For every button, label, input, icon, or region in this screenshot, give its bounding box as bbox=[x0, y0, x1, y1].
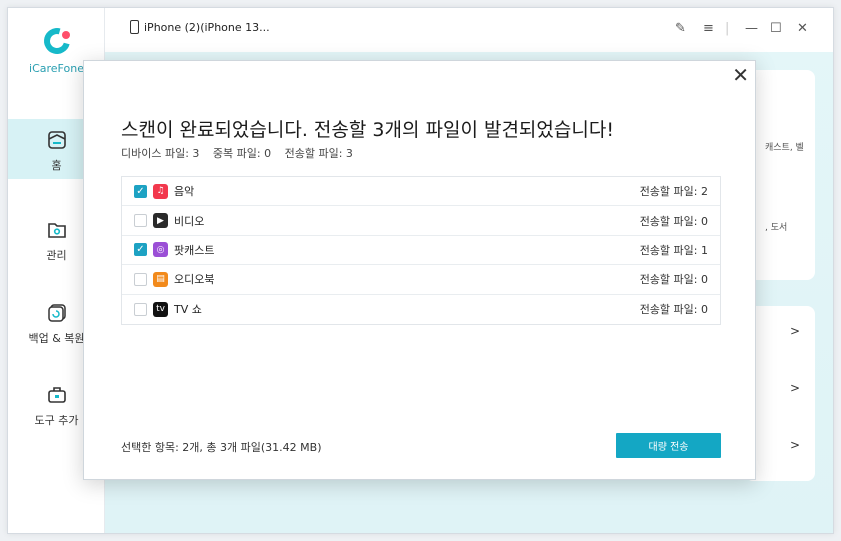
list-item-music[interactable]: ✓ ♫ 음악 전송할 파일: 2 bbox=[122, 177, 720, 207]
item-count: 전송할 파일: 2 bbox=[639, 185, 708, 199]
transfer-files-stat: 전송할 파일: 3 bbox=[284, 147, 353, 160]
item-count: 전송할 파일: 0 bbox=[639, 303, 708, 317]
modal-overlay: ✕ 스캔이 완료되었습니다. 전송할 3개의 파일이 발견되었습니다! 디바이스… bbox=[0, 0, 841, 541]
file-type-list: ✓ ♫ 음악 전송할 파일: 2 ▶ 비디오 전송할 파일: 0 ✓ ◎ 팟캐스… bbox=[121, 176, 721, 325]
device-files-stat: 디바이스 파일: 3 bbox=[121, 147, 200, 160]
checkbox[interactable] bbox=[134, 272, 147, 286]
appletv-icon: tv bbox=[153, 301, 168, 317]
list-item-video[interactable]: ▶ 비디오 전송할 파일: 0 bbox=[122, 206, 720, 236]
item-label: 비디오 bbox=[174, 214, 205, 228]
checkbox[interactable]: ✓ bbox=[134, 184, 147, 198]
duplicate-files-stat: 중복 파일: 0 bbox=[212, 147, 272, 160]
clapper-icon: ▶ bbox=[153, 213, 168, 229]
transfer-dialog: ✕ 스캔이 완료되었습니다. 전송할 3개의 파일이 발견되었습니다! 디바이스… bbox=[83, 60, 756, 480]
close-icon[interactable]: ✕ bbox=[732, 63, 749, 87]
podcast-icon: ◎ bbox=[153, 242, 168, 258]
item-label: TV 쇼 bbox=[174, 303, 202, 317]
bulk-transfer-button[interactable]: 대량 전송 bbox=[616, 433, 721, 458]
scan-stats: 디바이스 파일: 3 중복 파일: 0 전송할 파일: 3 bbox=[121, 145, 363, 161]
checkbox[interactable] bbox=[134, 214, 147, 228]
item-count: 전송할 파일: 0 bbox=[639, 273, 708, 287]
checkbox[interactable]: ✓ bbox=[134, 243, 147, 257]
music-icon: ♫ bbox=[153, 183, 168, 199]
checkbox[interactable] bbox=[134, 302, 147, 316]
item-label: 팟캐스트 bbox=[174, 243, 215, 257]
item-count: 전송할 파일: 0 bbox=[639, 214, 708, 228]
list-item-podcast[interactable]: ✓ ◎ 팟캐스트 전송할 파일: 1 bbox=[122, 236, 720, 266]
item-label: 음악 bbox=[174, 185, 195, 199]
item-count: 전송할 파일: 1 bbox=[639, 243, 708, 257]
audiobook-icon: ▤ bbox=[153, 271, 168, 287]
list-item-tvshow[interactable]: tv TV 쇼 전송할 파일: 0 bbox=[122, 295, 720, 324]
list-item-audiobook[interactable]: ▤ 오디오북 전송할 파일: 0 bbox=[122, 265, 720, 295]
item-label: 오디오북 bbox=[174, 273, 215, 287]
selection-summary: 선택한 항목: 2개, 총 3개 파일(31.42 MB) bbox=[121, 441, 322, 454]
dialog-title: 스캔이 완료되었습니다. 전송할 3개의 파일이 발견되었습니다! bbox=[121, 119, 614, 141]
